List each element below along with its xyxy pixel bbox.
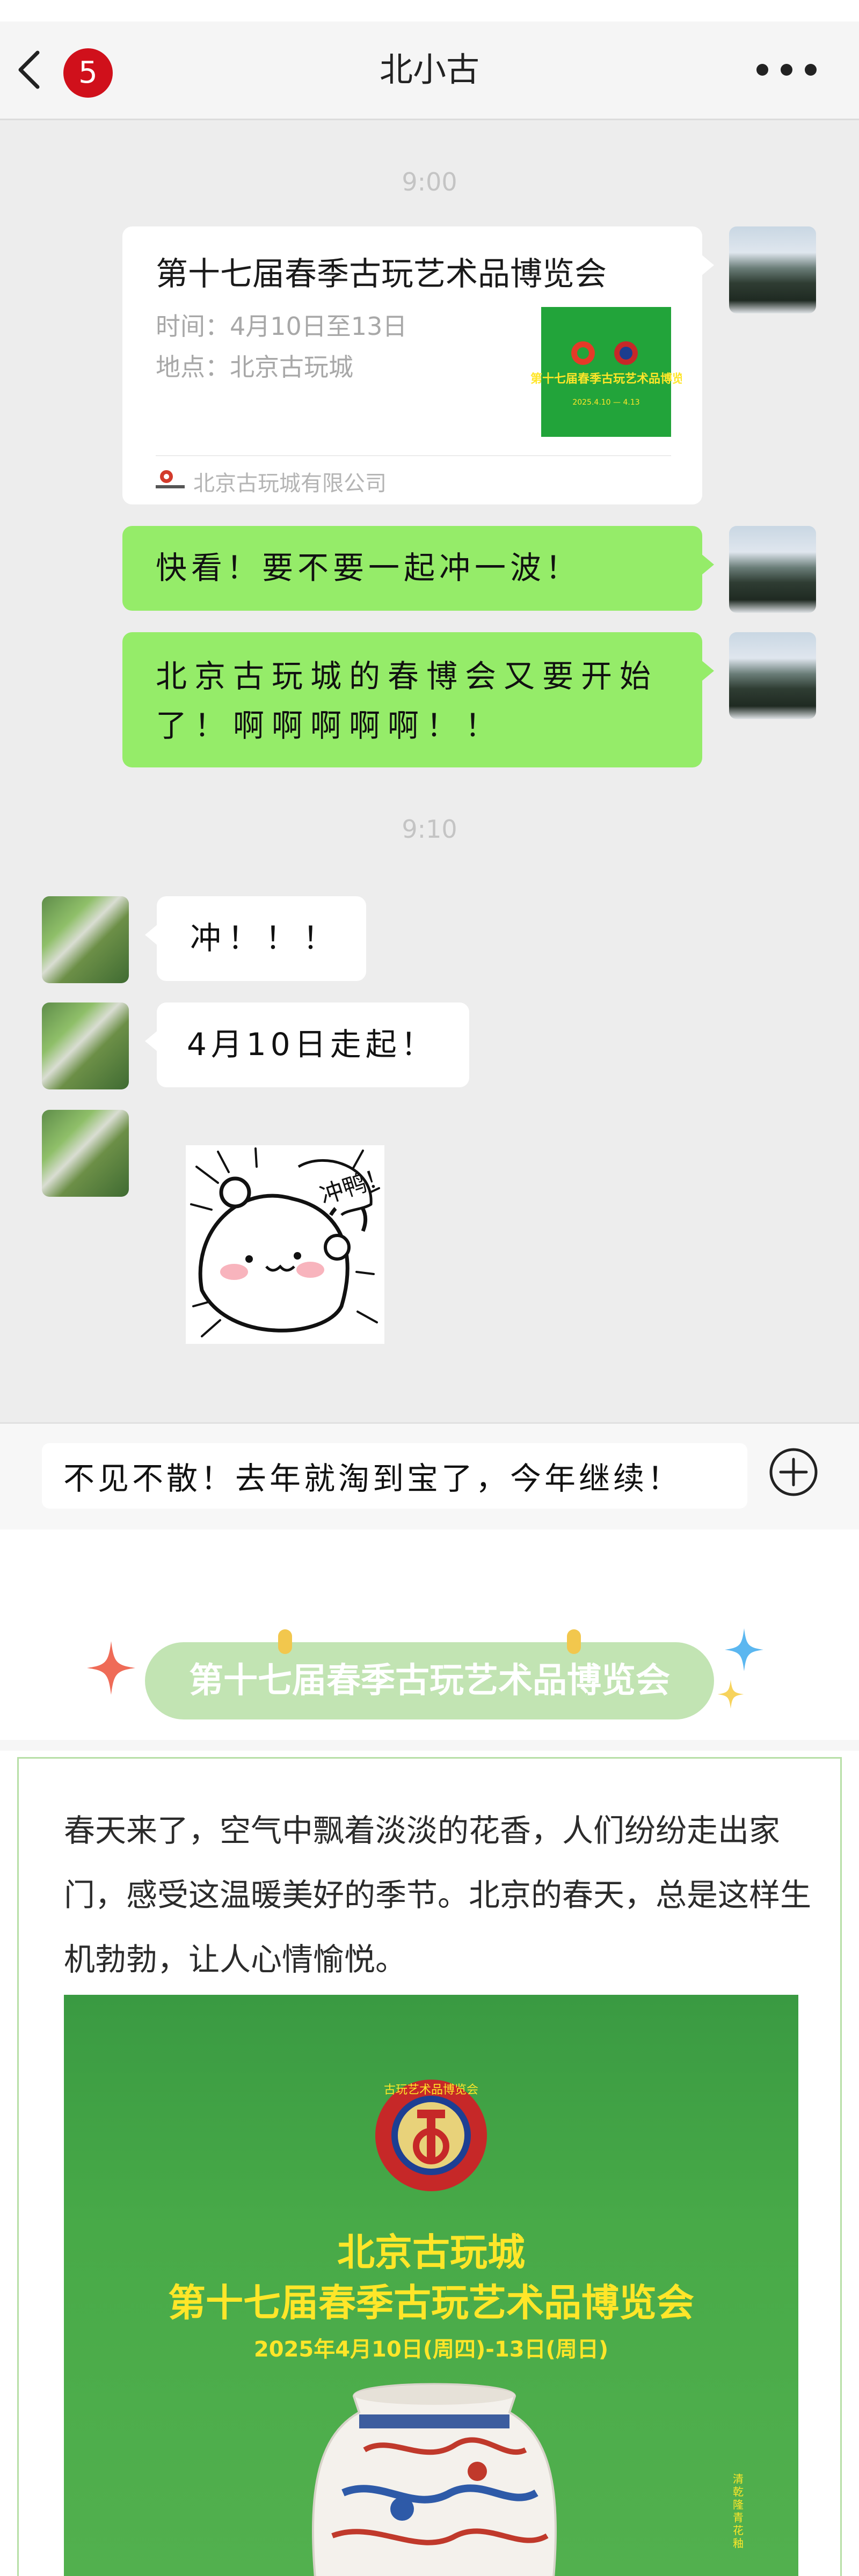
- seal-text: 古玩艺术品博览会: [384, 2083, 478, 2097]
- card-thumb-text: 第十七届春季古玩艺术品博览会: [530, 372, 682, 386]
- card-divider: [156, 455, 671, 456]
- unread-badge: 5: [63, 48, 113, 98]
- sparkle-icon: [87, 1641, 135, 1695]
- article-content-box: 春天来了，空气中飘着淡淡的花香，人们纷纷走出家门，感受这温暖美好的季节。北京的春…: [17, 1757, 842, 2576]
- card-time: 时间：4月10日至13日: [156, 312, 407, 341]
- received-message[interactable]: 4月10日走起！: [145, 1002, 469, 1087]
- sparkle-icon: [717, 1680, 744, 1709]
- my-avatar[interactable]: [729, 632, 816, 719]
- my-avatar[interactable]: [729, 226, 816, 313]
- article: 第十七届春季古玩艺术品博览会 春天来了，空气中飘着淡淡的花香，人们纷纷走出家门，…: [0, 1529, 859, 2576]
- chat-title: 北小古: [379, 50, 479, 89]
- section-banner: 第十七届春季古玩艺术品博览会: [145, 1629, 714, 1719]
- poster-date: 2025年4月10日(周四)-13日(周日): [253, 2337, 609, 2362]
- more-dots-icon: [756, 64, 817, 76]
- expo-poster[interactable]: 古玩艺术品博览会 北京古玩城 第十七届春季古玩艺术品博览会 2025年4月10日…: [64, 1995, 798, 2576]
- poster-side-caption: 清乾隆 青花釉: [733, 2472, 744, 2550]
- expo-seal-icon: 古玩艺术品博览会: [375, 2080, 487, 2191]
- sparkle-icon: [725, 1628, 763, 1671]
- message-text: 4月10日走起！: [187, 1026, 436, 1063]
- received-message[interactable]: 冲！！！: [145, 896, 366, 981]
- company-logo-icon: [156, 470, 185, 488]
- more-button[interactable]: [746, 43, 827, 97]
- chat-screen: 5 北小古 9:00 第十七届春季古玩艺术品博览会 时间：4月10日至13日 地…: [0, 0, 859, 1529]
- article-paragraph: 春天来了，空气中飘着淡淡的花香，人们纷纷走出家门，感受这温暖美好的季节。北京的春…: [64, 1812, 812, 1978]
- back-button[interactable]: 5: [11, 43, 118, 98]
- poster-organizer: 北京古玩城: [337, 2230, 525, 2274]
- message-text: 冲！！！: [190, 920, 341, 956]
- message-text: 快看！要不要一起冲一波！: [156, 550, 581, 586]
- porcelain-vase-image: [311, 2383, 557, 2576]
- message-input-bar: [0, 1422, 859, 1529]
- poster-title: 第十七届春季古玩艺术品博览会: [168, 2281, 694, 2325]
- chat-header: 5 北小古: [0, 21, 859, 120]
- card-place: 地点：北京古玩城: [156, 353, 353, 382]
- shared-event-card[interactable]: 第十七届春季古玩艺术品博览会 时间：4月10日至13日 地点：北京古玩城 第十七…: [122, 226, 714, 504]
- card-thumb-date: 2025.4.10 — 4.13: [572, 398, 640, 407]
- message-input[interactable]: [42, 1443, 747, 1509]
- status-strip: [0, 0, 859, 21]
- card-title: 第十七届春季古玩艺术品博览会: [156, 255, 607, 293]
- contact-avatar[interactable]: [42, 1002, 129, 1089]
- banner-divider: [0, 1740, 859, 1751]
- plus-circle-icon[interactable]: [767, 1445, 820, 1499]
- cute-bear-sticker[interactable]: 冲鸭！: [186, 1145, 384, 1344]
- card-thumbnail: 第十七届春季古玩艺术品博览会 2025.4.10 — 4.13: [530, 307, 682, 437]
- sent-message[interactable]: 快看！要不要一起冲一波！: [122, 526, 714, 611]
- time-stamp: 9:10: [402, 815, 457, 844]
- contact-avatar[interactable]: [42, 1110, 129, 1197]
- card-source: 北京古玩城有限公司: [193, 471, 387, 496]
- sent-message[interactable]: 北京古玩城的春博会又要开始了！啊啊啊啊啊！！: [122, 632, 714, 767]
- message-text: 北京古玩城的春博会又要开始了！啊啊啊啊啊！！: [156, 658, 659, 744]
- contact-avatar[interactable]: [42, 896, 129, 983]
- my-avatar[interactable]: [729, 526, 816, 613]
- time-stamp: 9:00: [402, 167, 457, 196]
- chevron-left-icon: [18, 50, 40, 89]
- banner-title: 第十七届春季古玩艺术品博览会: [189, 1661, 670, 1701]
